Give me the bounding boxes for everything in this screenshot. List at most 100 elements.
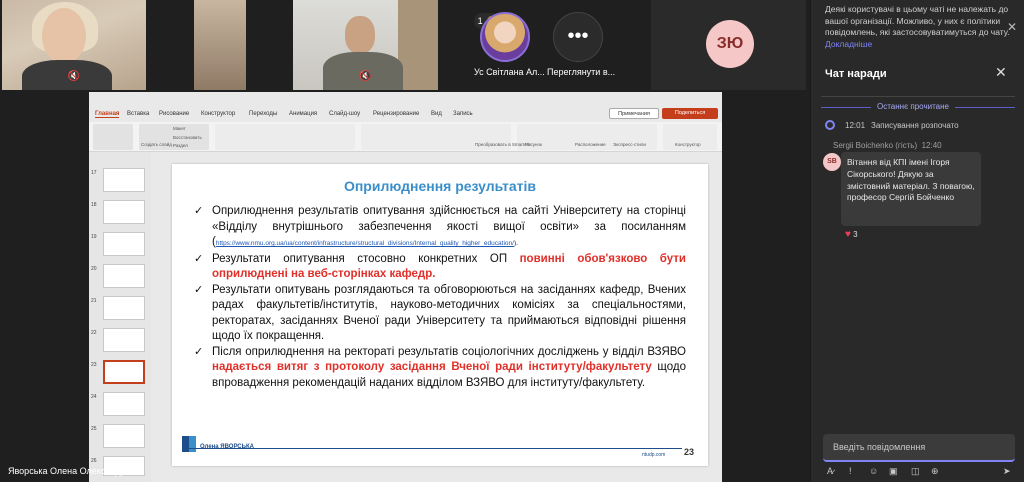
external-users-notice: Деякі користувачі в цьому чаті не належа… [825,4,1013,50]
thumb-number: 17 [91,170,97,176]
slide-page-number: 23 [684,447,695,457]
slide-thumbnail[interactable] [103,264,145,288]
gif-icon[interactable]: ▣ [889,466,898,477]
slide-thumbnail[interactable] [103,168,145,192]
sender-avatar[interactable]: SB [823,153,841,171]
slide-thumbnail[interactable] [103,424,145,448]
slide-thumbnails: 17 18 19 20 21 22 23 24 25 26 [89,152,151,482]
last-read-label: Останнє прочитане [871,102,955,111]
tab-review[interactable]: Рецензирование [373,111,419,117]
thumb-number: 18 [91,202,97,208]
tab-slideshow[interactable]: Слайд-шоу [329,111,360,117]
close-notice-icon[interactable]: ✕ [1007,20,1017,34]
bullet-4: Після оприлюднення на ректораті результа… [194,345,686,392]
thumb-number: 20 [91,266,97,272]
participant-name: Ус Світлана Ал... [474,67,545,77]
thumb-number: 25 [91,426,97,432]
font-group[interactable] [215,124,355,150]
reset-label: Восстановить [173,135,202,140]
picture-label: Рисунок [525,142,542,147]
thumb-number: 21 [91,298,97,304]
chat-title: Чат наради [825,68,887,80]
tab-view[interactable]: Вид [431,111,442,117]
thumb-number: 19 [91,234,97,240]
tab-animations[interactable]: Анимация [289,111,317,117]
footer-divider [182,448,682,449]
designer-label: Конструктор [675,142,701,147]
bullet-text: Результати опитування стосовно конкретни… [212,252,520,265]
compose-toolbar: A̷ ! ☺ ▣ ◫ ⊕ ➤ [823,466,1019,480]
share-button[interactable]: Поделиться [662,108,718,119]
tab-design[interactable]: Конструктор [201,111,235,117]
bullet-text: ). [513,240,518,247]
powerpoint-window: Главная Вставка Рисование Конструктор Пе… [89,92,722,482]
clipboard-group[interactable] [93,124,133,150]
bullet-1: Оприлюднення результатів опитування здій… [194,204,686,252]
heart-icon: ♥ [845,229,851,240]
participant-video-2[interactable] [194,0,246,90]
participant-avatar-photo[interactable] [480,12,530,62]
thumb-number: 24 [91,394,97,400]
chat-message[interactable]: Вітання від КПІ імені Ігоря Сікорського!… [841,152,981,226]
presenter-name: Яворська Олена Олександрівна [8,466,143,476]
slide-thumbnail[interactable] [103,328,145,352]
footer-site: ntudp.com [642,452,666,458]
tab-record[interactable]: Запись [453,111,473,117]
bullet-text: Результати опитувань розглядаються та об… [212,283,686,343]
participant-video-1[interactable]: 🔇 [2,0,146,90]
mic-off-icon: 🔇 [359,71,372,82]
message-sender: Sergii Boichenko (гість) 12:40 [833,141,942,150]
sender-name: Sergii Boichenko (гість) [833,141,918,150]
slide-thumbnail-selected[interactable] [103,360,145,384]
bullet-3: Результати опитувань розглядаються та об… [194,283,686,345]
tab-transitions[interactable]: Переходы [249,111,277,117]
notes-button[interactable]: Примечания [609,108,659,119]
notice-text: Деякі користувачі в цьому чаті не належа… [825,4,1010,37]
thumb-number: 26 [91,458,97,464]
quick-styles-label: Экспресс-стили [613,142,646,147]
thumb-number: 23 [91,362,97,368]
participant-video-3[interactable]: 🔇 [293,0,438,90]
send-icon[interactable]: ➤ [1003,466,1011,477]
bookshelf [398,0,438,90]
mic-off-icon: 🔇 [67,71,81,82]
reaction-badge[interactable]: ♥ 3 [845,229,858,240]
view-all-label[interactable]: Переглянути в... [547,67,615,77]
bullet-text: Після оприлюднення на ректораті результа… [212,345,686,358]
attach-icon[interactable]: ! [849,466,852,476]
bullet-highlight: надається витяг з протоколу засідання Вч… [212,361,652,373]
message-input[interactable]: Введіть повідомлення [823,434,1015,462]
section-label: Раздел [173,143,188,148]
slide-thumbnail[interactable] [103,200,145,224]
slide-thumbnail[interactable] [103,392,145,416]
new-slide-label: Создать слайд [141,142,172,147]
sticker-icon[interactable]: ◫ [911,466,920,477]
tab-draw[interactable]: Рисование [159,111,189,117]
system-message-text: Записування розпочато [871,121,959,130]
tab-insert[interactable]: Вставка [127,111,149,117]
format-icon[interactable]: A̷ [827,466,833,476]
smartart-label: Преобразовать в SmartArt [475,142,530,147]
footer-author: Олена ЯВОРСЬКА [200,444,254,450]
more-options-icon[interactable]: ⊕ [931,466,939,477]
ribbon-toolbar: Создать слайд Макет Восстановить Раздел … [89,122,722,152]
header-divider [821,96,1015,97]
participant-head [345,16,375,54]
meeting-chat-panel: Деякі користувачі в цьому чаті не належа… [810,0,1024,482]
learn-more-link[interactable]: Докладніше [825,39,872,49]
slide-thumbnail[interactable] [103,232,145,256]
arrange-label: Расположение [575,142,606,147]
current-slide: Оприлюднення результатів Оприлюднення ре… [172,164,708,466]
slide-bullets: Оприлюднення результатів опитування здій… [194,204,686,391]
thumb-number: 22 [91,330,97,336]
recording-icon [825,120,835,130]
slide-title: Оприлюднення результатів [343,178,537,194]
initials-avatar: ЗЮ [706,20,754,68]
system-message-time: 12:01 [845,121,866,130]
tab-home[interactable]: Главная [95,111,120,118]
emoji-icon[interactable]: ☺ [869,466,878,476]
slide-thumbnail[interactable] [103,296,145,320]
results-link[interactable]: https://www.nmu.org.ua/ua/content/infras… [216,240,514,247]
more-participants-icon[interactable]: ••• [553,12,603,62]
close-chat-icon[interactable]: ✕ [995,64,1007,81]
